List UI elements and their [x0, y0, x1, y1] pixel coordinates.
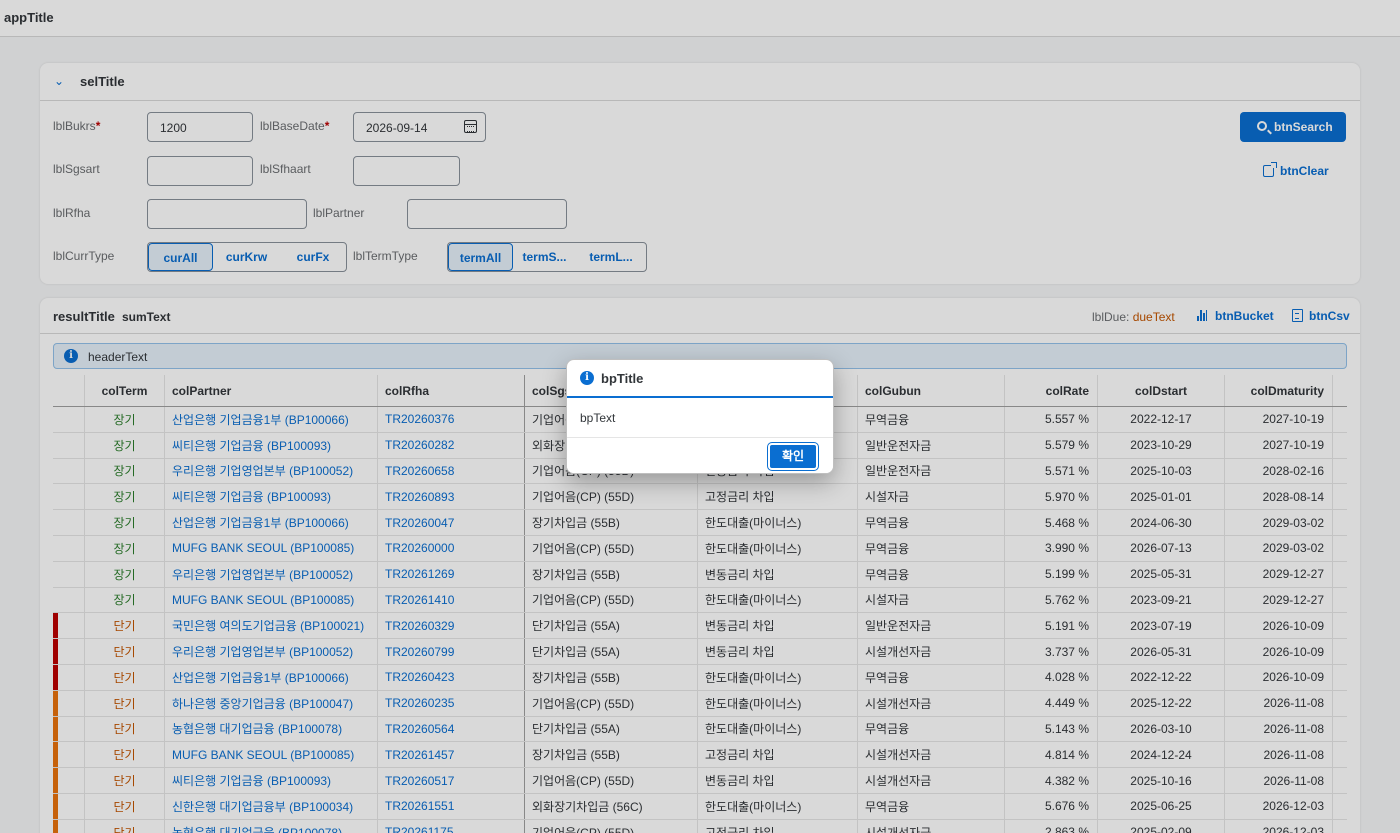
- dialog-title: bpTitle: [601, 371, 644, 386]
- dialog-text: bpText: [580, 411, 616, 425]
- bp-dialog: i bpTitle bpText 확인: [566, 359, 834, 474]
- dialog-footer: 확인: [567, 437, 833, 473]
- dialog-header: i bpTitle: [567, 360, 833, 398]
- info-icon: i: [580, 371, 594, 385]
- ok-button[interactable]: 확인: [767, 442, 819, 471]
